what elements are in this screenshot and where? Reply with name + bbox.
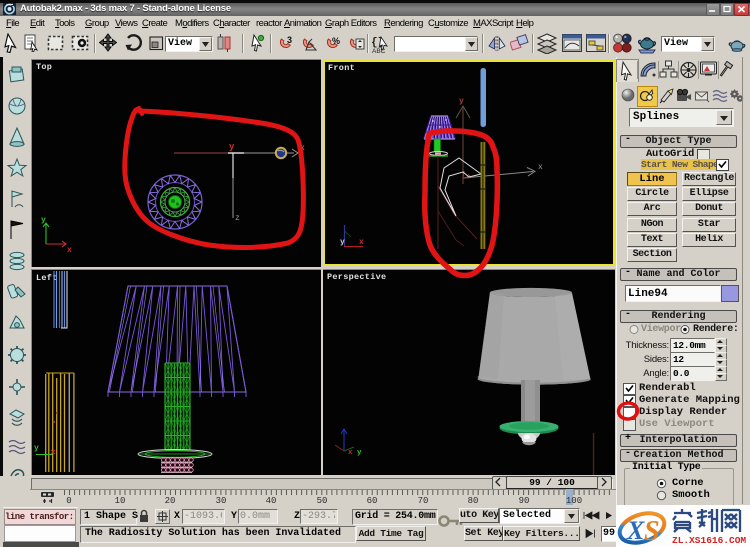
svg-text:y: y [357,449,362,457]
svg-text:x: x [538,163,543,172]
svg-text:x: x [300,144,305,153]
svg-text:ZL.XS1616.COM: ZL.XS1616.COM [672,535,746,546]
svg-text:3: 3 [287,35,292,45]
svg-text:z: z [235,214,240,223]
svg-text:y: y [340,238,345,247]
svg-text:y: y [229,142,235,152]
svg-text:ABC: ABC [372,48,386,54]
svg-text:y: y [459,97,464,106]
svg-text:X: X [626,516,645,545]
svg-text:%: % [332,36,340,46]
svg-text:x: x [67,246,72,255]
svg-text:x: x [348,449,353,457]
svg-text:x: x [359,238,364,247]
svg-text:y: y [34,444,39,453]
svg-text:y: y [41,216,46,225]
svg-text:S: S [644,516,660,547]
